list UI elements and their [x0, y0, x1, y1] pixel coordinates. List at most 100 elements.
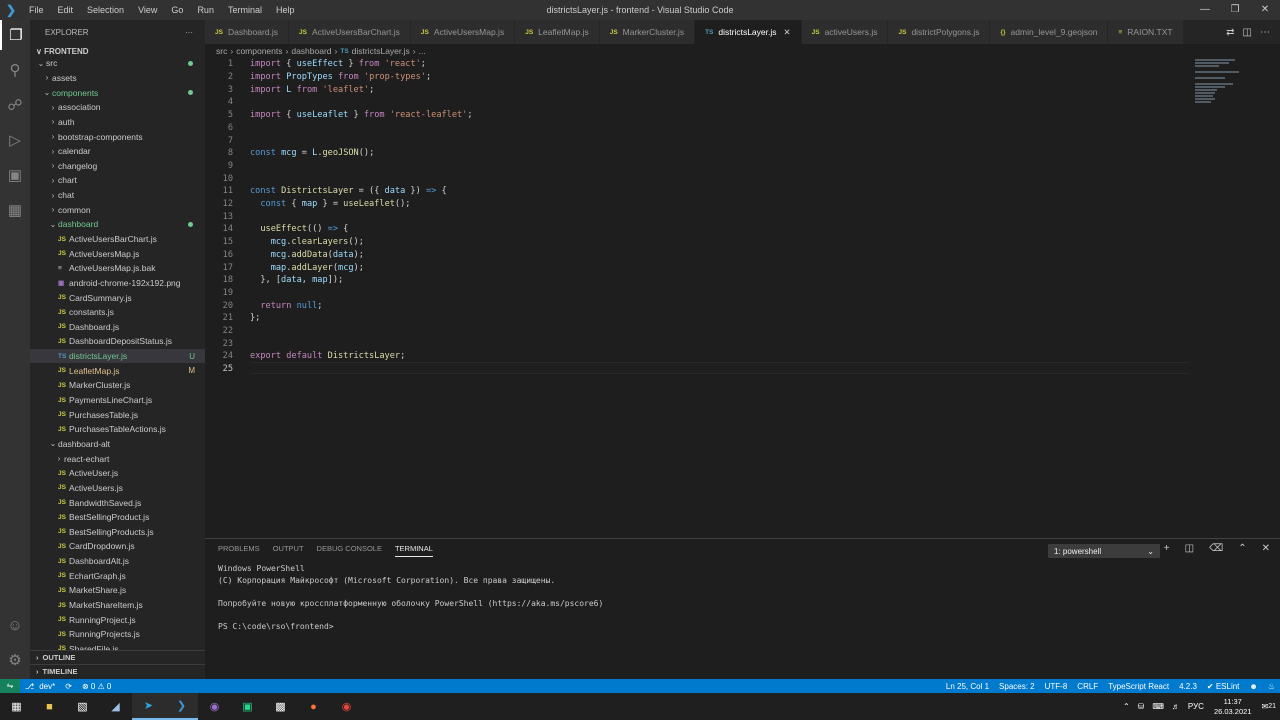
file-explorer-icon[interactable]: ■ [33, 693, 66, 720]
tab-markercluster-js[interactable]: JS MarkerCluster.js [599, 20, 696, 44]
file-item[interactable]: TS districtsLayer.js U [30, 348, 205, 364]
explorer-icon[interactable]: ❐ [0, 20, 30, 50]
remote-indicator-icon[interactable]: ⇋ [0, 679, 20, 693]
file-item[interactable]: JS ActiveUser.js [30, 466, 205, 481]
file-item[interactable]: JS ActiveUsersMap.js [30, 246, 205, 261]
end-of-line[interactable]: CRLF [1077, 682, 1098, 691]
folder-item[interactable]: › changelog [30, 158, 205, 173]
source-control-icon[interactable]: ☍ [0, 90, 30, 120]
tab-dashboard-js[interactable]: JS Dashboard.js [205, 20, 290, 44]
close-window-icon[interactable]: ✕ [1250, 0, 1280, 20]
ts-version[interactable]: 4.2.3 [1179, 682, 1197, 691]
chevron-up-icon[interactable]: ⌃ [1123, 702, 1130, 711]
input-language[interactable]: РУС [1188, 702, 1204, 711]
menu-edit[interactable]: Edit [51, 5, 81, 15]
extensions-icon[interactable]: ▦ [0, 195, 30, 225]
file-item[interactable]: JS MarketShareItem.js [30, 598, 205, 613]
file-item[interactable]: JS RunningProjects.js [30, 627, 205, 642]
tab-districtslayer-js[interactable]: TS districtsLayer.js ✕ [695, 20, 802, 44]
file-item[interactable]: JS PaymentsLineChart.js [30, 393, 205, 408]
sync-icon[interactable]: ⟳ [65, 682, 72, 691]
problems-count[interactable]: ⊗ 0 ⚠ 0 [82, 682, 111, 691]
folder-item[interactable]: ⌄ components [30, 85, 205, 100]
file-item[interactable]: JS ActiveUsersBarChart.js [30, 232, 205, 247]
split-terminal-icon[interactable]: ◫ [1185, 543, 1194, 554]
tab-districtpolygons-js[interactable]: JS districtPolygons.js [888, 20, 991, 44]
file-item[interactable]: ≡ ActiveUsersMap.js.bak [30, 261, 205, 276]
folder-item[interactable]: › chart [30, 173, 205, 188]
vscode-taskbar-icon[interactable]: ❯ [165, 693, 198, 720]
more-actions-icon[interactable]: ⋯ [1260, 27, 1270, 38]
outline-section[interactable]: › OUTLINE [30, 650, 205, 664]
file-item[interactable]: JS MarketShare.js [30, 583, 205, 598]
menu-run[interactable]: Run [190, 5, 221, 15]
game-app-icon[interactable]: ◉ [198, 693, 231, 720]
app-icon[interactable]: ◢ [99, 693, 132, 720]
file-item[interactable]: JS SharedFile.js [30, 642, 205, 650]
volume-icon[interactable]: ♬ [1172, 702, 1180, 711]
windows-start-icon[interactable]: ▦ [0, 693, 33, 720]
encoding[interactable]: UTF-8 [1045, 682, 1068, 691]
telegram-icon[interactable]: ➤ [132, 693, 165, 720]
breadcrumb-item[interactable]: components [236, 46, 282, 56]
eslint-status[interactable]: ✔ ESLint [1207, 682, 1240, 691]
file-item[interactable]: JS MarkerCluster.js [30, 378, 205, 393]
folder-item[interactable]: ⌄ src [30, 56, 205, 71]
language-mode[interactable]: TypeScript React [1108, 682, 1169, 691]
file-item[interactable]: JS BandwidthSaved.js [30, 495, 205, 510]
firefox-icon[interactable]: ● [297, 693, 330, 720]
code-editor[interactable]: 1 import { useEffect } from 'react'; 2 impo… [205, 58, 1280, 538]
file-item[interactable]: JS EchartGraph.js [30, 568, 205, 583]
folder-item[interactable]: › assets [30, 71, 205, 86]
menu-help[interactable]: Help [269, 5, 302, 15]
folder-item[interactable]: › react-echart [30, 451, 205, 466]
file-item[interactable]: JS BestSellingProducts.js [30, 525, 205, 540]
new-terminal-icon[interactable]: + [1164, 543, 1170, 554]
clock[interactable]: 11:37 26.03.2021 [1214, 697, 1252, 717]
close-tab-icon[interactable]: ✕ [784, 27, 791, 38]
settings-gear-icon[interactable]: ⚙ [0, 645, 30, 675]
split-editor-icon[interactable]: ◫ [1243, 27, 1252, 38]
chrome-icon[interactable]: ◉ [330, 693, 363, 720]
remote-explorer-icon[interactable]: ▣ [0, 160, 30, 190]
minimap[interactable] [1195, 58, 1270, 118]
run-debug-icon[interactable]: ▷ [0, 125, 30, 155]
file-item[interactable]: JS BestSellingProduct.js [30, 510, 205, 525]
calculator-icon[interactable]: ▧ [66, 693, 99, 720]
panel-tab-problems[interactable]: PROBLEMS [218, 544, 260, 557]
menu-file[interactable]: File [22, 5, 51, 15]
terminal-output[interactable]: Windows PowerShell (C) Корпорация Майкрос… [218, 563, 603, 632]
file-item[interactable]: JS DashboardAlt.js [30, 554, 205, 569]
folder-item[interactable]: › bootstrap-components [30, 129, 205, 144]
panel-tab-debug-console[interactable]: DEBUG CONSOLE [317, 544, 382, 557]
menu-go[interactable]: Go [164, 5, 190, 15]
file-item[interactable]: JS constants.js [30, 305, 205, 320]
account-icon[interactable]: ☺ [0, 610, 30, 640]
file-item[interactable]: JS PurchasesTable.js [30, 407, 205, 422]
folder-item[interactable]: › chat [30, 188, 205, 203]
file-item[interactable]: JS LeafletMap.js M [30, 363, 205, 378]
timeline-section[interactable]: › TIMELINE [30, 664, 205, 678]
pycharm-icon[interactable]: ▣ [231, 693, 264, 720]
restore-icon[interactable]: ❐ [1220, 0, 1250, 20]
indentation[interactable]: Spaces: 2 [999, 682, 1035, 691]
compare-icon[interactable]: ⇄ [1226, 27, 1234, 38]
tab-leafletmap-js[interactable]: JS LeafletMap.js [515, 20, 600, 44]
feedback-icon[interactable]: ☻ [1249, 682, 1257, 691]
file-item[interactable]: JS CardDropdown.js [30, 539, 205, 554]
minimize-icon[interactable]: — [1190, 0, 1220, 20]
tab-activeusersbarchart-js[interactable]: JS ActiveUsersBarChart.js [289, 20, 411, 44]
maximize-panel-icon[interactable]: ⌃ [1238, 543, 1246, 554]
tab-activeusersmap-js[interactable]: JS ActiveUsersMap.js [410, 20, 516, 44]
tab-activeusers-js[interactable]: JS activeUsers.js [801, 20, 889, 44]
cursor-position[interactable]: Ln 25, Col 1 [946, 682, 989, 691]
terminal-app-icon[interactable]: ▩ [264, 693, 297, 720]
panel-tab-terminal[interactable]: TERMINAL [394, 544, 433, 557]
menu-selection[interactable]: Selection [80, 5, 131, 15]
tab-raion-txt[interactable]: ≡ RAION.TXT [1108, 20, 1184, 44]
breadcrumb-item[interactable]: src [216, 46, 227, 56]
git-branch[interactable]: dev* [39, 682, 55, 691]
tab-admin-level-9-geojson[interactable]: {} admin_level_9.geojson [990, 20, 1109, 44]
more-actions-icon[interactable]: ··· [185, 28, 193, 37]
folder-item[interactable]: › association [30, 100, 205, 115]
